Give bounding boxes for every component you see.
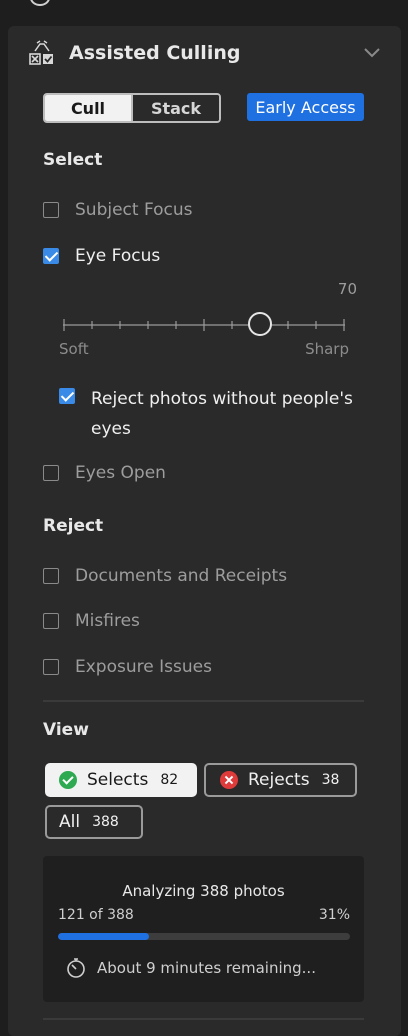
slider-max-label: Sharp [305, 340, 349, 358]
subject-focus-checkbox[interactable] [43, 202, 59, 218]
all-filter-button[interactable]: All 388 [45, 805, 143, 839]
analysis-title: Analyzing 388 photos [122, 882, 285, 900]
all-label: All [59, 812, 81, 832]
rejects-filter-button[interactable]: Rejects 38 [204, 763, 357, 797]
reject-without-eyes-label: Reject photos without people's eyes [91, 389, 353, 439]
reject-section-title: Reject [43, 516, 104, 536]
rejects-label: Rejects [248, 770, 310, 790]
selects-filter-button[interactable]: Selects 82 [45, 763, 197, 797]
panel-title: Assisted Culling [69, 42, 241, 64]
bottom-divider [43, 1018, 364, 1020]
slider-thumb[interactable] [248, 312, 273, 336]
panel-header[interactable]: Assisted Culling [8, 26, 401, 82]
mode-toggle: Cull Stack [43, 93, 221, 123]
stopwatch-icon [67, 958, 85, 978]
eyes-open-checkbox[interactable] [43, 465, 59, 481]
analysis-progress-percent: 31% [318, 907, 350, 923]
eye-focus-label: Eye Focus [75, 246, 161, 266]
analysis-status-box: Analyzing 388 photos 121 of 388 31% Abou… [43, 856, 364, 1002]
misfires-checkbox[interactable] [43, 613, 59, 629]
eyes-open-label: Eyes Open [75, 463, 166, 483]
time-remaining: About 9 minutes remaining... [65, 957, 316, 979]
reject-x-icon [220, 771, 238, 789]
misfires-label: Misfires [75, 611, 140, 631]
early-access-badge: Early Access [247, 93, 364, 121]
assisted-culling-panel: Assisted Culling Cull Stack Early Access… [8, 26, 401, 1036]
exposure-checkbox[interactable] [43, 659, 59, 675]
eye-focus-checkbox[interactable] [43, 248, 59, 264]
subject-focus-label: Subject Focus [75, 200, 193, 220]
top-bar-fragment [0, 0, 408, 12]
documents-checkbox[interactable] [43, 568, 59, 584]
selects-label: Selects [87, 770, 149, 790]
circle-icon [30, 0, 50, 6]
exposure-option[interactable]: Exposure Issues [43, 655, 212, 679]
documents-option[interactable]: Documents and Receipts [43, 564, 287, 588]
slider-min-label: Soft [59, 340, 89, 358]
rejects-count: 38 [321, 772, 340, 788]
time-remaining-label: About 9 minutes remaining... [97, 959, 316, 977]
eyes-open-option[interactable]: Eyes Open [43, 461, 166, 485]
sharpness-value: 70 [337, 280, 357, 298]
analysis-progress-fill [58, 933, 149, 940]
misfires-option[interactable]: Misfires [43, 609, 140, 633]
stack-mode-button[interactable]: Stack [131, 95, 219, 121]
view-section-title: View [43, 720, 89, 740]
subject-focus-option[interactable]: Subject Focus [43, 198, 193, 222]
analysis-progress-bar [58, 933, 350, 940]
selects-count: 82 [160, 772, 179, 788]
eye-focus-option[interactable]: Eye Focus [43, 244, 160, 268]
sharpness-slider[interactable] [63, 318, 345, 332]
reject-without-eyes-option[interactable]: Reject photos without people's eyes [59, 384, 359, 444]
all-count: 388 [92, 814, 119, 830]
check-circle-icon [59, 771, 77, 789]
section-divider [43, 700, 364, 702]
cull-mode-button[interactable]: Cull [45, 95, 131, 121]
select-section-title: Select [43, 150, 103, 170]
documents-label: Documents and Receipts [75, 566, 288, 586]
assisted-culling-icon [29, 40, 53, 65]
chevron-down-icon[interactable] [363, 46, 381, 60]
analysis-progress-count: 121 of 388 [58, 907, 134, 923]
reject-without-eyes-checkbox[interactable] [59, 388, 75, 404]
exposure-label: Exposure Issues [75, 657, 212, 677]
